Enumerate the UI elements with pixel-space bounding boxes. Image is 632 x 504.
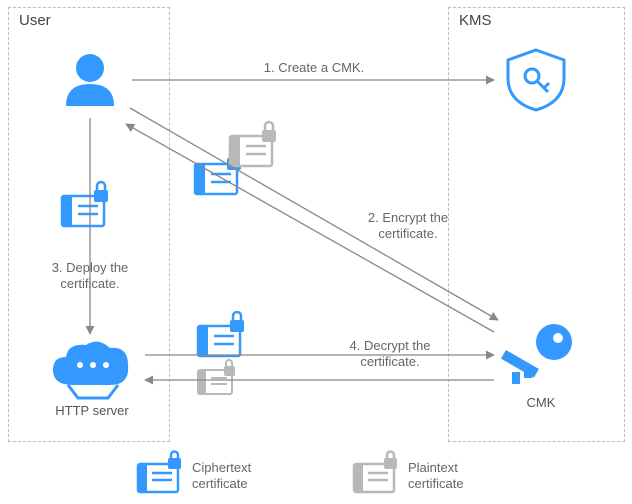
cipher-cert-vertical-icon bbox=[62, 182, 108, 226]
legend-plain-icon bbox=[354, 452, 397, 493]
http-server-label: HTTP server bbox=[52, 403, 132, 418]
plain-cert-diag-icon bbox=[230, 122, 276, 166]
shield-key-icon bbox=[508, 50, 564, 110]
step2-label: 2. Encrypt the certificate. bbox=[348, 210, 468, 243]
legend-plain-label: Plaintext certificate bbox=[408, 460, 464, 493]
step1-label: 1. Create a CMK. bbox=[244, 60, 384, 76]
http-server-icon bbox=[53, 342, 128, 398]
cmk-label: CMK bbox=[516, 395, 566, 410]
legend-cipher-label: Ciphertext certificate bbox=[192, 460, 251, 493]
plain-cert-step4-icon bbox=[198, 360, 235, 394]
step4-label: 4. Decrypt the certificate. bbox=[330, 338, 450, 371]
cipher-cert-step4-icon bbox=[198, 312, 244, 356]
cmk-key-icon bbox=[501, 324, 572, 384]
user-icon bbox=[66, 54, 114, 106]
legend-cipher-icon bbox=[138, 452, 181, 493]
step3-label: 3. Deploy the certificate. bbox=[40, 260, 140, 293]
